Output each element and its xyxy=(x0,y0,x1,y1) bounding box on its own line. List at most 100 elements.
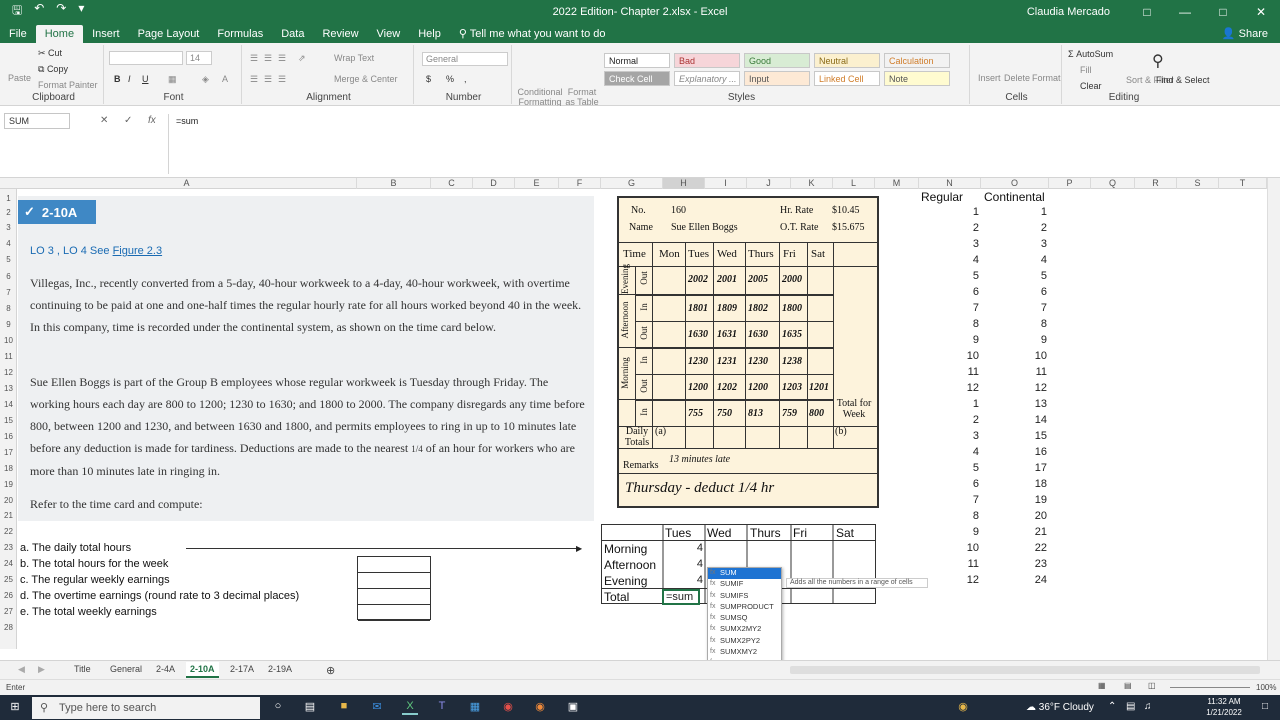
continental-hour[interactable]: 7 xyxy=(1019,302,1047,314)
cancel-icon[interactable]: ✕ xyxy=(100,115,108,126)
cortana-icon[interactable]: ○ xyxy=(270,700,286,715)
align-left-icon[interactable]: ☰ xyxy=(250,74,258,85)
row-header[interactable]: 21 xyxy=(0,511,17,520)
comma-icon[interactable]: , xyxy=(464,74,467,84)
tab-insert[interactable]: Insert xyxy=(83,25,129,43)
page-break-view-icon[interactable]: ◫ xyxy=(1148,681,1156,690)
save-icon[interactable]: 🖫 xyxy=(12,1,22,22)
regular-hour[interactable]: 11 xyxy=(951,366,979,378)
row-header[interactable]: 27 xyxy=(0,607,17,616)
row-header[interactable]: 19 xyxy=(0,480,17,489)
row-header[interactable]: 17 xyxy=(0,448,17,457)
font-size-select[interactable]: 14 xyxy=(186,51,212,65)
name-box[interactable]: SUM xyxy=(4,113,70,129)
minimize-icon[interactable]: — xyxy=(1166,5,1204,19)
borders-icon[interactable]: ▦ xyxy=(168,74,177,85)
cut-button[interactable]: ✂ Cut xyxy=(38,48,62,59)
find-select-button[interactable]: Find & Select xyxy=(1156,75,1210,85)
continental-hour[interactable]: 21 xyxy=(1019,526,1047,538)
column-header[interactable]: S xyxy=(1177,178,1219,189)
regular-hour[interactable]: 10 xyxy=(951,542,979,554)
regular-hour[interactable]: 2 xyxy=(951,222,979,234)
column-header[interactable]: G xyxy=(601,178,663,189)
tell-me-search[interactable]: ⚲ Tell me what you want to do xyxy=(450,24,615,43)
paste-button[interactable]: Paste xyxy=(8,73,31,83)
format-cells-button[interactable]: Format xyxy=(1032,73,1061,83)
regular-hour[interactable]: 2 xyxy=(951,414,979,426)
style-check-cell[interactable]: Check Cell xyxy=(604,71,670,86)
column-header[interactable]: D xyxy=(473,178,515,189)
insert-cells-button[interactable]: Insert xyxy=(978,73,1001,83)
continental-hour[interactable]: 22 xyxy=(1019,542,1047,554)
regular-hour[interactable]: 7 xyxy=(951,302,979,314)
column-header[interactable]: J xyxy=(747,178,791,189)
sheet-tab-2-4a[interactable]: 2-4A xyxy=(152,662,179,676)
regular-hour[interactable]: 1 xyxy=(951,206,979,218)
style-note[interactable]: Note xyxy=(884,71,950,86)
zoom-slider[interactable] xyxy=(1170,687,1250,688)
sheet-tab-general[interactable]: General xyxy=(106,662,146,676)
continental-hour[interactable]: 9 xyxy=(1019,334,1047,346)
align-top-icon[interactable]: ☰ xyxy=(250,53,258,64)
cell-afternoon-tues[interactable]: 4 xyxy=(675,558,703,570)
regular-hour[interactable]: 3 xyxy=(951,238,979,250)
row-header[interactable]: 10 xyxy=(0,336,17,345)
tab-review[interactable]: Review xyxy=(313,25,367,43)
style-good[interactable]: Good xyxy=(744,53,810,68)
autocomplete-item[interactable]: fx SUMIF xyxy=(708,579,781,590)
windows-start-icon[interactable]: ⊞ xyxy=(7,700,23,715)
maximize-icon[interactable]: □ xyxy=(1204,5,1242,19)
regular-hour[interactable]: 10 xyxy=(951,350,979,362)
clock[interactable]: 11:32 AM 1/21/2022 xyxy=(1196,696,1252,718)
style-explanatory[interactable]: Explanatory ... xyxy=(674,71,740,86)
row-header[interactable]: 14 xyxy=(0,400,17,409)
continental-hour[interactable]: 16 xyxy=(1019,446,1047,458)
column-header[interactable]: P xyxy=(1049,178,1091,189)
answer-cell[interactable] xyxy=(358,557,430,573)
continental-hour[interactable]: 24 xyxy=(1019,574,1047,586)
volume-icon[interactable]: ♫ xyxy=(1144,701,1152,712)
row-header[interactable]: 18 xyxy=(0,464,17,473)
redo-icon[interactable]: ↷ xyxy=(56,1,66,22)
continental-hour[interactable]: 6 xyxy=(1019,286,1047,298)
continental-hour[interactable]: 17 xyxy=(1019,462,1047,474)
regular-hour[interactable]: 4 xyxy=(951,254,979,266)
column-header[interactable]: C xyxy=(431,178,473,189)
column-header[interactable]: T xyxy=(1219,178,1267,189)
excel-icon[interactable]: X xyxy=(402,700,418,715)
row-header[interactable]: 9 xyxy=(0,320,17,329)
font-color-icon[interactable]: A xyxy=(222,74,228,84)
page-layout-view-icon[interactable]: ▤ xyxy=(1124,681,1132,690)
column-header[interactable]: E xyxy=(515,178,559,189)
regular-hour[interactable]: 5 xyxy=(951,462,979,474)
continental-hour[interactable]: 20 xyxy=(1019,510,1047,522)
continental-hour[interactable]: 3 xyxy=(1019,238,1047,250)
format-painter-button[interactable]: Format Painter xyxy=(38,80,98,90)
teams-icon[interactable]: T xyxy=(434,700,450,715)
column-header[interactable]: O xyxy=(981,178,1049,189)
row-header[interactable]: 28 xyxy=(0,623,17,632)
fill-color-icon[interactable]: ◈ xyxy=(202,74,209,85)
calculator-icon[interactable]: ▦ xyxy=(467,700,483,715)
align-middle-icon[interactable]: ☰ xyxy=(264,53,272,64)
align-center-icon[interactable]: ☰ xyxy=(264,74,272,85)
continental-hour[interactable]: 12 xyxy=(1019,382,1047,394)
network-icon[interactable]: ▤ xyxy=(1126,701,1135,712)
user-name[interactable]: Claudia Mercado xyxy=(1027,6,1110,18)
regular-hour[interactable]: 11 xyxy=(951,558,979,570)
continental-hour[interactable]: 1 xyxy=(1019,206,1047,218)
firefox-icon[interactable]: ◉ xyxy=(532,700,548,715)
close-icon[interactable]: ✕ xyxy=(1242,5,1280,19)
tab-data[interactable]: Data xyxy=(272,25,313,43)
column-header[interactable]: Q xyxy=(1091,178,1135,189)
regular-hour[interactable]: 6 xyxy=(951,286,979,298)
row-header[interactable]: 3 xyxy=(0,223,17,232)
row-header[interactable]: 25 xyxy=(0,575,17,584)
tray-chevron-icon[interactable]: ⌃ xyxy=(1108,701,1116,712)
continental-hour[interactable]: 10 xyxy=(1019,350,1047,362)
regular-hour[interactable]: 9 xyxy=(951,334,979,346)
column-header[interactable]: N xyxy=(919,178,981,189)
column-header[interactable]: A xyxy=(17,178,357,189)
ribbon-display-icon[interactable]: □ xyxy=(1128,5,1166,19)
fill-button[interactable]: Fill xyxy=(1080,65,1092,75)
